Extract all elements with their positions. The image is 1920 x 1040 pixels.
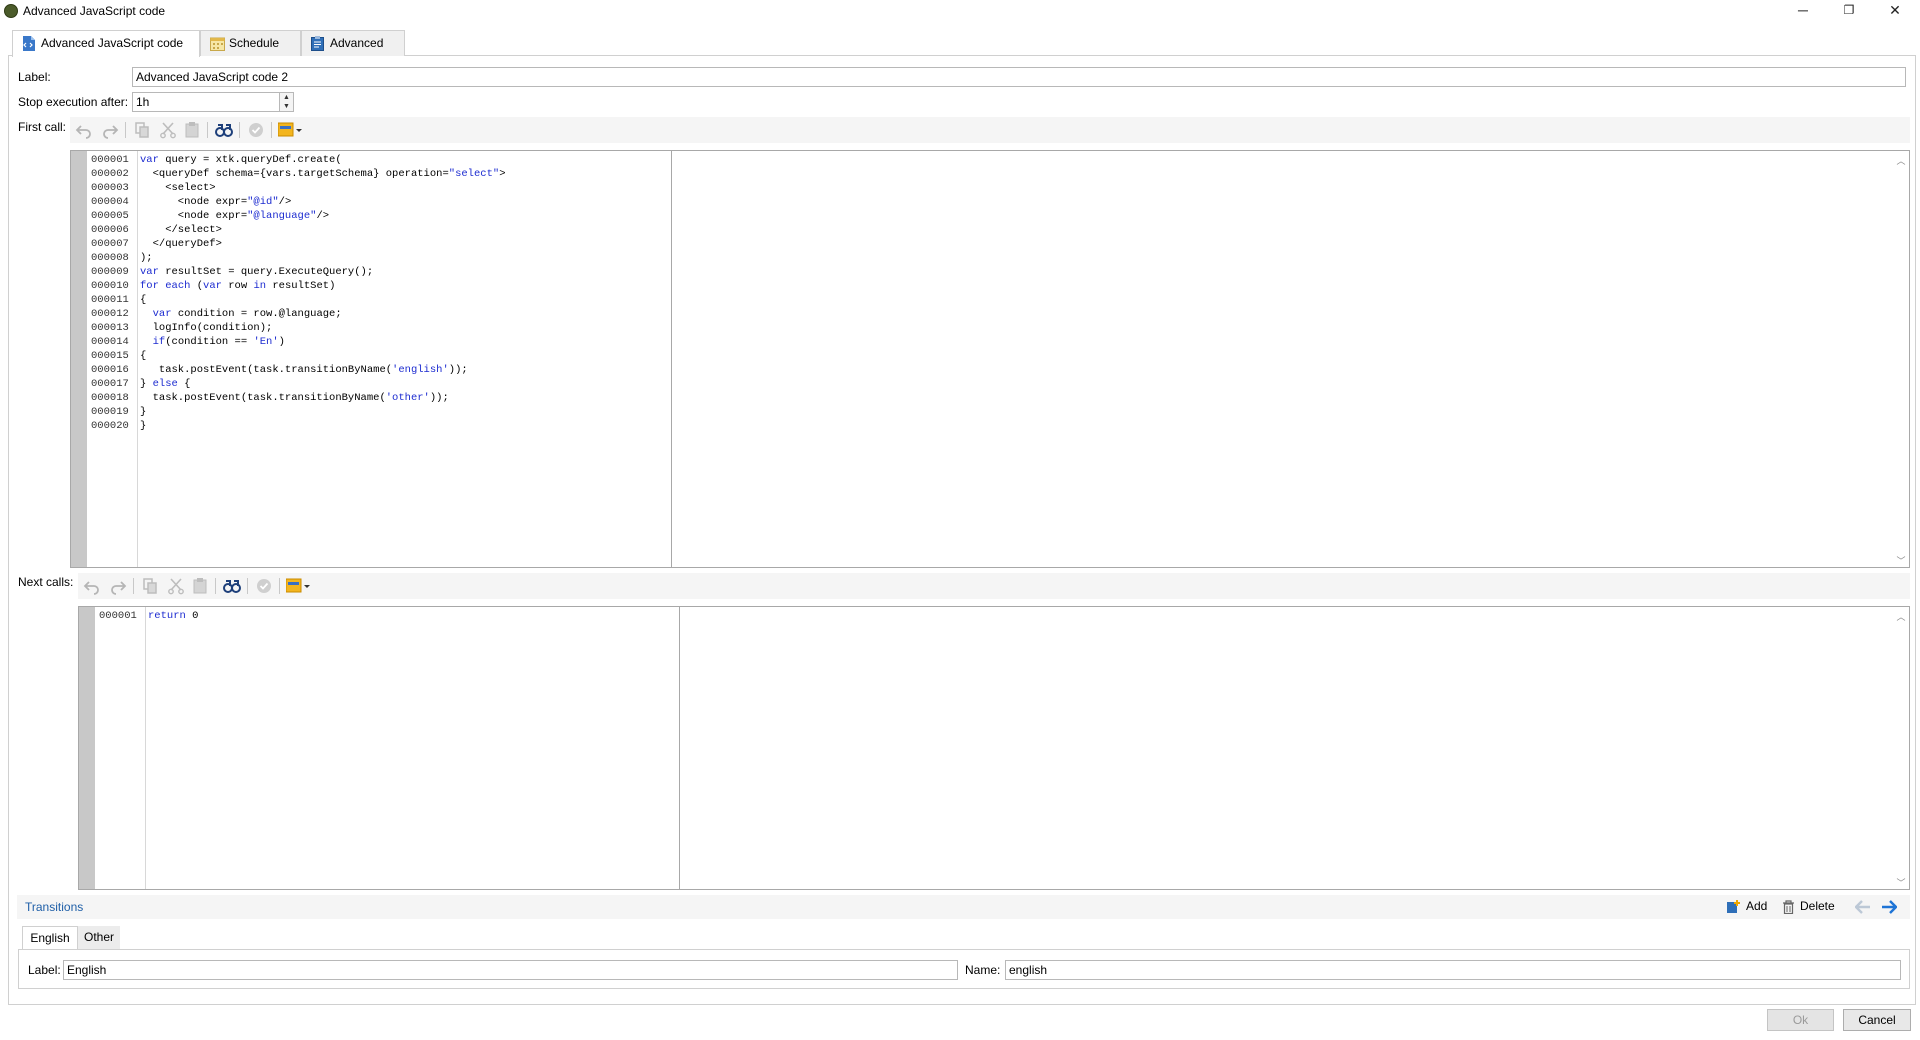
tab-label: Advanced JavaScript code (41, 36, 184, 50)
add-transition-button[interactable]: Add (1727, 897, 1775, 917)
spin-down-icon[interactable]: ▼ (280, 102, 293, 111)
delete-label: Delete (1800, 899, 1835, 913)
cancel-button[interactable]: Cancel (1843, 1009, 1911, 1031)
code-line: task.postEvent(task.transitionByName('en… (140, 364, 468, 376)
check-syntax-icon[interactable] (255, 577, 273, 595)
scroll-down-icon[interactable]: ﹀ (1896, 554, 1906, 566)
vertical-scrollbar[interactable]: ︿ ﹀ (1893, 151, 1909, 567)
check-syntax-icon[interactable] (247, 121, 265, 139)
paste-icon[interactable] (183, 121, 201, 139)
transition-label-input[interactable]: English (63, 960, 958, 980)
tab-label: Advanced (330, 36, 384, 50)
delete-transition-button[interactable]: Delete (1782, 897, 1842, 917)
vertical-scrollbar[interactable]: ︿ ﹀ (1893, 607, 1909, 889)
code-line: <node expr="@language"/> (140, 210, 330, 222)
code-line: var resultSet = query.ExecuteQuery(); (140, 266, 374, 278)
code-line: } (140, 420, 147, 432)
code-line: return 0 (148, 610, 199, 622)
transition-tab-english[interactable]: English (22, 926, 78, 950)
next-calls-toolbar (78, 573, 1910, 599)
code-line: for each (var row in resultSet) (140, 280, 336, 292)
editor-gutter (71, 151, 87, 567)
code-line: } (140, 406, 147, 418)
scroll-up-icon[interactable]: ︿ (1896, 154, 1906, 166)
transition-name-input[interactable]: english (1005, 960, 1901, 980)
line-numbers: 000001 000002 000003 000004 000005 00000… (88, 151, 138, 567)
tab-advanced-javascript-code[interactable]: Advanced JavaScript code (12, 30, 200, 57)
spin-up-icon[interactable]: ▲ (280, 93, 293, 102)
label-input[interactable]: Advanced JavaScript code 2 (132, 67, 1906, 87)
arrow-right-icon[interactable] (1881, 900, 1897, 914)
transitions-title: Transitions (25, 900, 84, 914)
code-line: } else { (140, 378, 191, 390)
find-icon[interactable] (223, 577, 241, 595)
copy-icon[interactable] (133, 121, 151, 139)
redo-icon[interactable] (101, 121, 119, 139)
code-line: var query = xtk.queryDef.create( (140, 154, 342, 166)
line-numbers: 000001 (96, 607, 146, 889)
code-line: logInfo(condition); (140, 322, 273, 334)
code-content[interactable]: return 0 (148, 607, 198, 623)
code-line: var condition = row.@language; (152, 308, 342, 320)
app-icon (4, 4, 18, 18)
cut-icon[interactable] (159, 121, 177, 139)
stop-execution-spinner[interactable]: ▲ ▼ (280, 92, 294, 112)
editor-split (679, 607, 680, 889)
scroll-up-icon[interactable]: ︿ (1896, 610, 1906, 622)
script-icon (23, 36, 35, 51)
trash-icon (1783, 900, 1794, 914)
add-label: Add (1746, 899, 1768, 913)
title-bar: Advanced JavaScript code ─ ❐ ✕ (0, 0, 1920, 22)
scroll-down-icon[interactable]: ﹀ (1896, 876, 1906, 888)
first-call-editor[interactable]: 000001 000002 000003 000004 000005 00000… (70, 150, 1910, 568)
redo-icon[interactable] (109, 577, 127, 595)
minimize-button[interactable]: ─ (1780, 0, 1826, 22)
stop-execution-input[interactable]: 1h (132, 92, 280, 112)
tab-schedule[interactable]: Schedule (200, 30, 301, 56)
next-calls-editor[interactable]: 000001 return 0 ︿ ﹀ (78, 606, 1910, 890)
paste-icon[interactable] (191, 577, 209, 595)
tab-advanced[interactable]: Advanced (301, 30, 405, 56)
copy-icon[interactable] (141, 577, 159, 595)
code-line: ); (140, 252, 153, 264)
editor-gutter (79, 607, 95, 889)
transition-name-caption: Name: (965, 963, 1001, 977)
undo-icon[interactable] (83, 577, 101, 595)
code-line: </queryDef> (140, 238, 222, 250)
next-calls-caption: Next calls: (18, 575, 74, 589)
clipboard-icon (311, 36, 324, 51)
code-line: task.postEvent(task.transitionByName('ot… (140, 392, 449, 404)
code-line: <node expr="@id"/> (140, 196, 292, 208)
calendar-icon (210, 37, 225, 51)
first-call-caption: First call: (18, 120, 66, 134)
code-line: </select> (140, 224, 222, 236)
code-content[interactable]: var query = xtk.queryDef.create( <queryD… (140, 151, 506, 433)
insert-field-icon[interactable] (278, 121, 304, 139)
insert-field-icon[interactable] (286, 577, 312, 595)
cut-icon[interactable] (167, 577, 185, 595)
first-call-toolbar (70, 117, 1910, 143)
code-line: <select> (140, 182, 216, 194)
transition-tab-other[interactable]: Other (78, 926, 120, 950)
code-line: if(condition == 'En') (152, 336, 285, 348)
tab-label: Schedule (229, 36, 280, 50)
code-line: <queryDef schema={vars.targetSchema} ope… (140, 168, 506, 180)
add-icon (1727, 900, 1740, 913)
code-line: { (140, 350, 147, 362)
transitions-toolbar: Transitions Add Delete (17, 895, 1910, 919)
window-title: Advanced JavaScript code (23, 4, 166, 18)
ok-button[interactable]: Ok (1767, 1009, 1834, 1031)
code-line: { (140, 294, 147, 306)
label-caption: Label: (18, 70, 51, 84)
find-icon[interactable] (215, 121, 233, 139)
restore-button[interactable]: ❐ (1826, 0, 1872, 22)
stop-execution-caption: Stop execution after: (18, 95, 129, 109)
close-button[interactable]: ✕ (1872, 0, 1918, 22)
editor-split (671, 151, 672, 567)
undo-icon[interactable] (75, 121, 93, 139)
transition-label-caption: Label: (28, 963, 61, 977)
arrow-left-icon[interactable] (1855, 900, 1871, 914)
